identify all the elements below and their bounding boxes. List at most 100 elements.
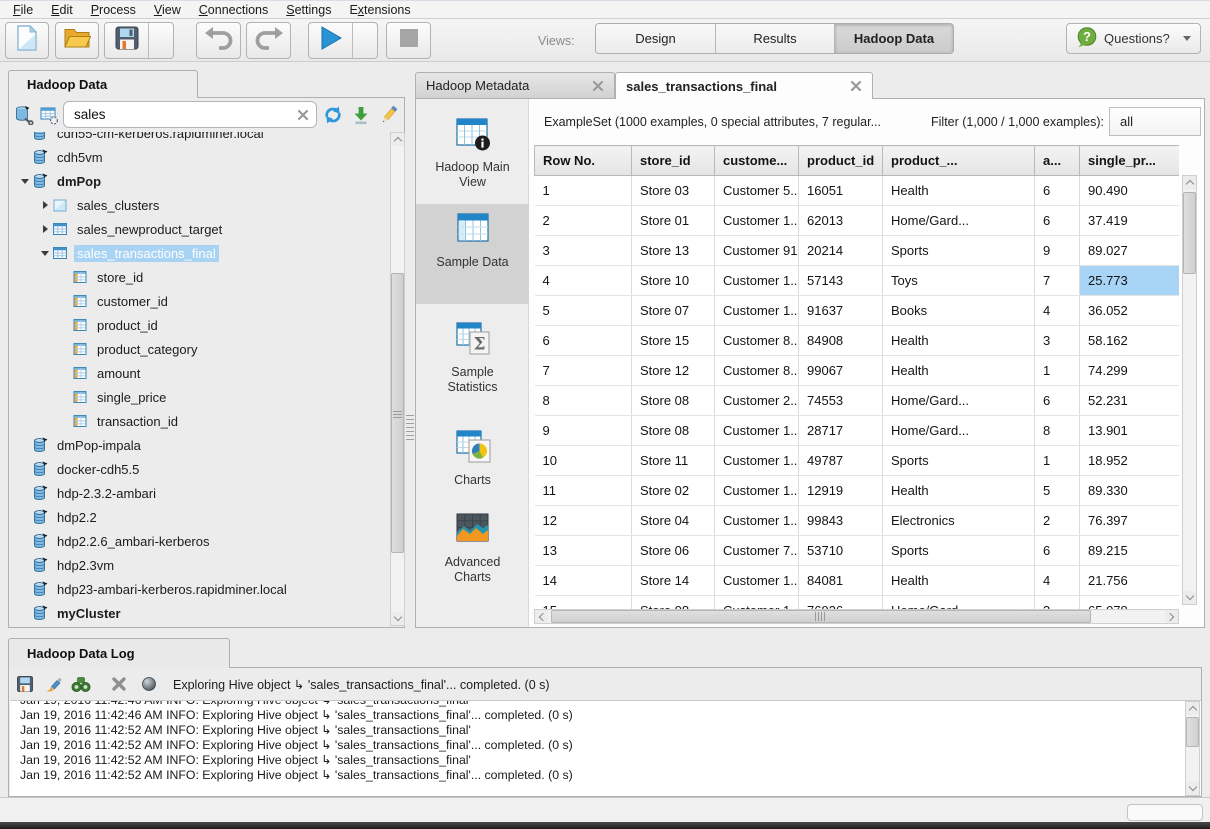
tree-item-store-id[interactable]: store_id	[10, 265, 389, 289]
tab-sales-transactions-final[interactable]: sales_transactions_final	[615, 72, 873, 99]
table-cell[interactable]: 99843	[799, 506, 883, 536]
column-header-product-id[interactable]: product_id	[799, 146, 883, 176]
table-cell[interactable]: Store 08	[632, 386, 715, 416]
column-header-single-pr[interactable]: single_pr...	[1080, 146, 1180, 176]
table-cell[interactable]: Store 08	[632, 596, 715, 610]
table-cell[interactable]: Customer 1...	[715, 446, 799, 476]
run-process-button[interactable]	[309, 23, 352, 58]
tree-item-sales-newproduct-target[interactable]: sales_newproduct_target	[10, 217, 389, 241]
table-cell[interactable]: 20214	[799, 236, 883, 266]
view-button-design[interactable]: Design	[596, 24, 715, 53]
table-cell[interactable]: 6	[535, 326, 632, 356]
delete-log-icon[interactable]	[109, 674, 129, 694]
refresh-icon[interactable]	[322, 104, 344, 126]
table-cell[interactable]: 4	[1035, 296, 1080, 326]
menu-process[interactable]: Process	[82, 1, 145, 19]
table-cell[interactable]: 7	[1035, 266, 1080, 296]
scroll-up-icon[interactable]	[1183, 176, 1196, 189]
expand-toggle-icon[interactable]	[38, 251, 52, 256]
table-cell[interactable]: Customer 7...	[715, 536, 799, 566]
table-cell[interactable]: Store 14	[632, 566, 715, 596]
redo-button[interactable]	[246, 22, 291, 59]
table-cell[interactable]: Customer 1...	[715, 506, 799, 536]
table-cell[interactable]: 21.756	[1080, 566, 1180, 596]
tree-scrollbar-thumb[interactable]	[391, 273, 404, 553]
table-cell[interactable]: 62013	[799, 206, 883, 236]
table-cell[interactable]: 6	[1035, 206, 1080, 236]
table-cell[interactable]: Home/Gard...	[883, 596, 1035, 610]
table-cell[interactable]: 4	[1035, 566, 1080, 596]
menu-connections[interactable]: Connections	[190, 1, 278, 19]
table-cell[interactable]: Health	[883, 476, 1035, 506]
menu-extensions[interactable]: Extensions	[340, 1, 419, 19]
table-cell[interactable]: 4	[535, 266, 632, 296]
table-cell[interactable]: 1	[1035, 356, 1080, 386]
table-cell[interactable]: Sports	[883, 446, 1035, 476]
hadoop-data-log-tab[interactable]: Hadoop Data Log	[8, 638, 230, 668]
edit-pencil-icon[interactable]	[378, 104, 400, 126]
table-cell[interactable]: 76.397	[1080, 506, 1180, 536]
search-input[interactable]	[63, 101, 317, 128]
save-log-icon[interactable]	[15, 674, 35, 694]
table-cell[interactable]: Electronics	[883, 506, 1035, 536]
table-cell[interactable]: Store 06	[632, 536, 715, 566]
scroll-down-icon[interactable]	[391, 612, 404, 625]
import-icon[interactable]	[350, 104, 372, 126]
table-cell[interactable]: Store 10	[632, 266, 715, 296]
table-cell[interactable]: 65.078	[1080, 596, 1180, 610]
menu-edit[interactable]: Edit	[42, 1, 82, 19]
table-cell[interactable]: 99067	[799, 356, 883, 386]
table-cell[interactable]: 1	[1035, 446, 1080, 476]
table-cell[interactable]: Customer 1...	[715, 566, 799, 596]
table-cell[interactable]: Home/Gard...	[883, 386, 1035, 416]
table-cell[interactable]: Customer 2...	[715, 386, 799, 416]
log-scroll-thumb[interactable]	[1186, 717, 1199, 747]
tree-item-mycluster[interactable]: myCluster	[10, 601, 389, 625]
nav-item-advanced-charts[interactable]: Advanced Charts	[416, 504, 529, 599]
column-header-store-id[interactable]: store_id	[632, 146, 715, 176]
table-cell[interactable]: 13.901	[1080, 416, 1180, 446]
tree-item-hdp2-2-6-ambari-kerberos[interactable]: hdp2.2.6_ambari-kerberos	[10, 529, 389, 553]
tree-item-transaction-id[interactable]: transaction_id	[10, 409, 389, 433]
column-header-product[interactable]: product_...	[883, 146, 1035, 176]
table-cell[interactable]: 89.027	[1080, 236, 1180, 266]
table-cell[interactable]: 36.052	[1080, 296, 1180, 326]
scroll-down-icon[interactable]	[1183, 591, 1196, 604]
table-cell[interactable]: 84908	[799, 326, 883, 356]
table-cell[interactable]: 84081	[799, 566, 883, 596]
panel-splitter-grip[interactable]	[406, 412, 414, 440]
tree-item-dmpop-impala[interactable]: dmPop-impala	[10, 433, 389, 457]
table-cell[interactable]: 18.952	[1080, 446, 1180, 476]
table-cell[interactable]: 89.330	[1080, 476, 1180, 506]
scroll-up-icon[interactable]	[1186, 702, 1199, 715]
table-cell[interactable]: Sports	[883, 236, 1035, 266]
table-cell[interactable]: 74553	[799, 386, 883, 416]
stop-process-button[interactable]	[386, 22, 431, 59]
undo-button[interactable]	[196, 22, 241, 59]
table-cell[interactable]: Customer 1...	[715, 206, 799, 236]
table-vscroll-thumb[interactable]	[1183, 192, 1196, 274]
log-marker-icon[interactable]	[139, 674, 159, 694]
table-cell[interactable]: Customer 1...	[715, 266, 799, 296]
table-cell[interactable]: Health	[883, 326, 1035, 356]
scroll-up-icon[interactable]	[391, 133, 404, 146]
manage-connections-icon[interactable]	[13, 104, 35, 126]
table-cell[interactable]: 5	[535, 296, 632, 326]
table-cell[interactable]: 90.490	[1080, 176, 1180, 206]
tree-item-docker-cdh5-5[interactable]: docker-cdh5.5	[10, 457, 389, 481]
table-cell[interactable]: 12919	[799, 476, 883, 506]
nav-item-sample-statistics[interactable]: ΣSample Statistics	[416, 314, 529, 402]
table-cell[interactable]: Sports	[883, 536, 1035, 566]
menu-file[interactable]: File	[4, 1, 42, 19]
table-cell[interactable]: 37.419	[1080, 206, 1180, 236]
table-cell[interactable]: Store 02	[632, 476, 715, 506]
table-cell[interactable]: Customer 1...	[715, 416, 799, 446]
table-cell[interactable]: Health	[883, 566, 1035, 596]
tree-item-single-price[interactable]: single_price	[10, 385, 389, 409]
filter-dropdown[interactable]: all	[1109, 107, 1201, 136]
tree-item-cdh5vm[interactable]: cdh5vm	[10, 145, 389, 169]
table-cell[interactable]: 76936	[799, 596, 883, 610]
column-header-a[interactable]: a...	[1035, 146, 1080, 176]
expand-toggle-icon[interactable]	[38, 225, 52, 233]
nav-item-charts[interactable]: Charts	[416, 422, 529, 490]
